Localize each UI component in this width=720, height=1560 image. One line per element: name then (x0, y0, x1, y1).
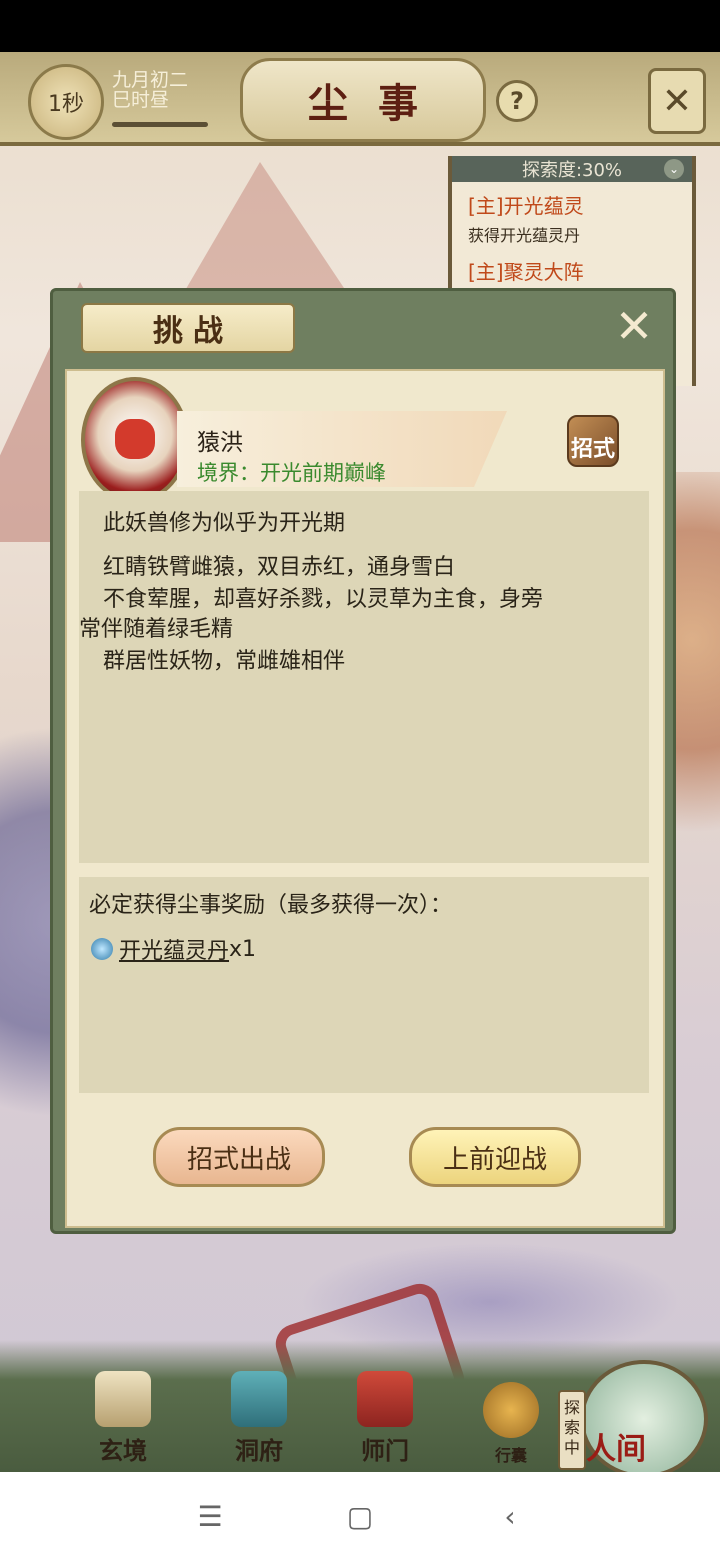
back-icon[interactable]: ‹ (494, 1500, 526, 1533)
bag-icon (483, 1382, 539, 1438)
pavilion-icon (231, 1371, 287, 1427)
home-icon[interactable]: ▢ (344, 1500, 376, 1533)
skill-button[interactable]: 招式 (567, 415, 619, 467)
timer-text: 1秒 (48, 92, 84, 117)
monster-face (115, 419, 155, 459)
scroll-icon (95, 1371, 151, 1427)
nav-shimen[interactable]: 师门 (340, 1370, 430, 1466)
reward-box: 必定获得尘事奖励（最多获得一次）： 开光蕴灵丹 x1 (79, 877, 649, 1093)
desc-line: 群居性妖物，常雌雄相伴 (103, 649, 346, 674)
status-bar (0, 0, 720, 52)
top-header: 1秒 九月初二 巳时昼 尘事 ? ✕ (0, 52, 720, 146)
help-button[interactable]: ? (496, 80, 538, 122)
quest-title[interactable]: [主]聚灵大阵 (468, 256, 584, 285)
close-icon[interactable]: ✕ (611, 303, 657, 349)
fight-button[interactable]: 上前迎战 (409, 1127, 581, 1187)
desc-line: 红睛铁臂雌猿，双目赤红，通身雪白 (103, 555, 456, 580)
game-screen: 1秒 九月初二 巳时昼 尘事 ? ✕ 探索度:30% ⌄ [主]开光蕴灵 获得开… (0, 52, 720, 1472)
nav-label: 洞府 (235, 1436, 283, 1465)
monster-avatar (81, 377, 189, 503)
monster-realm: 境界：开光前期巅峰 (197, 461, 386, 485)
system-nav-bar: ☰ ▢ ‹ (0, 1472, 720, 1560)
nav-xingnang[interactable]: 行囊 (466, 1370, 556, 1466)
time-line: 巳时昼 (112, 89, 170, 111)
challenge-modal: 挑战 ✕ 猿洪 境界：开光前期巅峰 招式 此妖兽修为似乎为开光期 红睛铁臂雌猿，… (50, 288, 676, 1234)
modal-title-plate: 挑战 (81, 303, 295, 353)
skill-fight-button[interactable]: 招式出战 (153, 1127, 325, 1187)
reward-name[interactable]: 开光蕴灵丹 (119, 933, 229, 965)
reward-item[interactable]: 开光蕴灵丹 x1 (91, 933, 256, 965)
nav-label: 玄境 (99, 1436, 147, 1465)
page-title: 尘事 (308, 80, 448, 127)
nav-label: 师门 (361, 1436, 409, 1465)
explore-status-tag: 探索中 (558, 1390, 586, 1470)
explore-progress: 探索度:30% ⌄ (452, 156, 692, 182)
bottom-nav: 玄境 洞府 师门 行囊 探索中 人间 (0, 1340, 720, 1472)
expand-icon[interactable]: ✕ (648, 68, 706, 134)
description-box: 此妖兽修为似乎为开光期 红睛铁臂雌猿，双目赤红，通身雪白 不食荤腥，却喜好杀戮，… (79, 491, 649, 863)
desc-line: 此妖兽修为似乎为开光期 (103, 511, 346, 536)
modal-title: 挑战 (153, 314, 233, 349)
quest-desc: 获得开光蕴灵丹 (468, 226, 581, 245)
desc-line: 常伴随着绿毛精 (79, 617, 234, 642)
game-date: 九月初二 巳时昼 (112, 70, 188, 110)
quest-title[interactable]: [主]开光蕴灵 (468, 190, 584, 219)
date-line: 九月初二 (112, 69, 189, 91)
page-title-plate: 尘事 (240, 58, 486, 142)
monster-name: 猿洪 (197, 430, 243, 456)
nav-label: 行囊 (494, 1446, 527, 1465)
banner-icon (357, 1371, 413, 1427)
time-progress-bar (112, 122, 208, 127)
nav-xuanjing[interactable]: 玄境 (78, 1370, 168, 1466)
menu-icon[interactable]: ☰ (194, 1500, 226, 1533)
reward-count: x1 (229, 936, 257, 962)
chevron-down-icon[interactable]: ⌄ (664, 159, 684, 179)
reward-heading: 必定获得尘事奖励（最多获得一次）： (89, 893, 453, 918)
world-label: 人间 (586, 1432, 646, 1467)
explore-label: 探索度:30% (521, 160, 623, 181)
pill-icon (91, 938, 113, 960)
modal-content: 猿洪 境界：开光前期巅峰 招式 此妖兽修为似乎为开光期 红睛铁臂雌猿，双目赤红，… (65, 369, 665, 1228)
desc-line: 不食荤腥，却喜好杀戮，以灵草为主食，身旁 (103, 587, 544, 612)
nav-dongfu[interactable]: 洞府 (214, 1370, 304, 1466)
timer-badge: 1秒 (28, 64, 104, 140)
